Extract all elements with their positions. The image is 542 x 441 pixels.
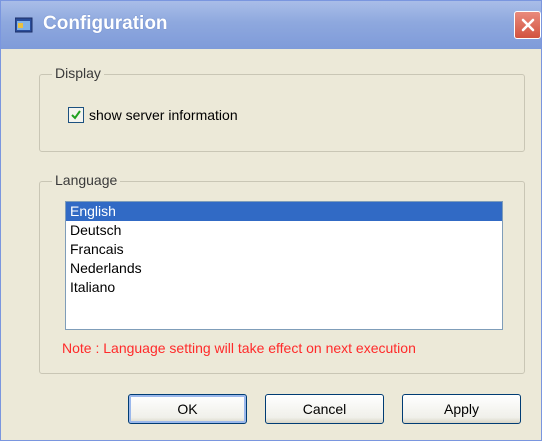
app-window-icon <box>14 17 33 33</box>
language-option-francais[interactable]: Francais <box>66 240 502 259</box>
title-bar[interactable]: Configuration <box>1 1 541 49</box>
display-group: Display show server information <box>39 65 525 152</box>
display-group-legend: Display <box>52 65 104 81</box>
language-option-italiano[interactable]: Italiano <box>66 278 502 297</box>
show-server-info-checkbox[interactable] <box>68 107 84 123</box>
cancel-button[interactable]: Cancel <box>265 394 384 424</box>
checkmark-icon <box>71 110 81 120</box>
ok-button[interactable]: OK <box>128 394 247 424</box>
window-title: Configuration <box>43 13 168 34</box>
language-option-nederlands[interactable]: Nederlands <box>66 259 502 278</box>
close-button[interactable] <box>514 11 541 39</box>
language-note: Note : Language setting will take effect… <box>62 340 416 356</box>
language-option-deutsch[interactable]: Deutsch <box>66 221 502 240</box>
close-icon <box>521 18 535 32</box>
show-server-info-label[interactable]: show server information <box>89 107 238 123</box>
language-listbox[interactable]: English Deutsch Francais Nederlands Ital… <box>65 201 503 330</box>
configuration-dialog: Configuration Display show server inform… <box>0 0 542 441</box>
language-group-legend: Language <box>52 172 121 188</box>
apply-button[interactable]: Apply <box>402 394 521 424</box>
language-group: Language English Deutsch Francais Nederl… <box>39 172 525 374</box>
language-option-english[interactable]: English <box>66 202 502 221</box>
